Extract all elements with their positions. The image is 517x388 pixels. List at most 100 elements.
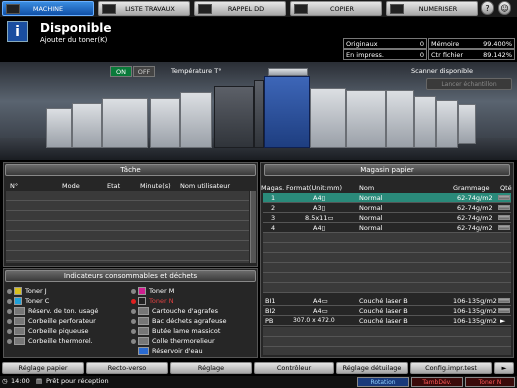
paper-tray-row[interactable]: 1 A4▯ Normal 62-74g/m2 — [263, 193, 511, 203]
tray-paper-name: Couché laser B — [359, 316, 408, 325]
water-tank-icon — [138, 347, 149, 355]
consumable-trimmer-stopper[interactable]: Butée lame massicot — [131, 326, 256, 336]
tray-size: A4▭ — [313, 306, 328, 315]
paper-col-weight: Grammage — [453, 184, 490, 192]
consumable-staple-cartridge[interactable]: Cartouche d'agrafes — [131, 306, 256, 316]
power-off-toggle[interactable]: OFF — [133, 66, 155, 77]
arrow-right-icon[interactable]: ► — [500, 317, 505, 325]
tab-job-list[interactable]: LISTE TRAVAUX — [98, 1, 190, 16]
paper-tray-row[interactable]: 4 A4▯ Normal 62-74g/m2 — [263, 223, 511, 233]
status-dot — [7, 308, 12, 314]
consumable-stapler-waste[interactable]: Corbeille piqueuse — [7, 326, 127, 336]
paper-empty-rows — [263, 233, 511, 293]
finisher-unit-2[interactable] — [346, 90, 386, 148]
paper-tray-list: 1 A4▯ Normal 62-74g/m2 2 A3▯ Normal 62-7… — [263, 193, 511, 233]
consumable-toner-yellow[interactable]: Toner J — [7, 286, 127, 296]
adjustment-button[interactable]: Réglage — [170, 362, 252, 374]
jobs-list[interactable] — [6, 191, 249, 263]
tab-copy[interactable]: COPIER — [290, 1, 382, 16]
toner-magenta-icon — [138, 287, 146, 295]
output-tray-unit[interactable] — [436, 100, 458, 148]
toner-black-icon — [138, 297, 146, 305]
waste-toner-icon — [14, 307, 25, 315]
large-capacity-unit[interactable] — [102, 98, 148, 148]
tray-weight: 106-135g/m2 — [453, 306, 497, 315]
drum-dev-badge[interactable]: TambDév. — [411, 377, 463, 387]
consumable-water-tank[interactable]: Réservoir d'eau — [131, 346, 256, 356]
consumable-binder-waste[interactable]: Corbeille thermorel. — [7, 336, 127, 346]
help-icon: ? — [485, 3, 490, 13]
rotation-badge[interactable]: Rotation — [357, 377, 409, 387]
test-print-button[interactable]: Config.impr.test — [410, 362, 492, 374]
paper-feeder-unit[interactable] — [46, 108, 72, 148]
consumable-label: Bac déchets agrafeuse — [152, 317, 227, 325]
tray-paper-name: Normal — [359, 203, 383, 212]
paper-setting-button[interactable]: Réglage papier — [2, 362, 84, 374]
finisher-unit-1[interactable] — [310, 88, 346, 148]
bypass-tray-list: BI1 A4▭ Couché laser B 106-135g/m2 BI2 A… — [263, 296, 511, 326]
adjustment-label: Réglage — [197, 364, 225, 372]
bypass-tray-row[interactable]: BI2 A4▭ Couché laser B 106-135g/m2 — [263, 306, 511, 316]
controller-label: Contrôleur — [276, 364, 312, 372]
trimmer-icon — [138, 327, 149, 335]
decurl-button[interactable]: Réglage détuilage — [336, 362, 408, 374]
tab-copy-label: COPIER — [329, 4, 355, 13]
controller-button[interactable]: Contrôleur — [254, 362, 334, 374]
consumable-staple-waste-tray[interactable]: Bac déchets agrafeuse — [131, 316, 256, 326]
memory-label: Mémoire — [431, 39, 460, 48]
toner-warning-badge[interactable]: Toner N — [465, 377, 515, 387]
intermediate-unit[interactable] — [180, 92, 212, 148]
drum-dev-label: TambDév. — [422, 378, 452, 386]
consumable-label: Butée lame massicot — [152, 327, 221, 335]
status-dot — [7, 328, 12, 334]
bypass-tray-row[interactable]: BI1 A4▭ Couché laser B 106-135g/m2 — [263, 296, 511, 306]
consumable-waste-toner[interactable]: Réserv. de ton. usagé — [7, 306, 127, 316]
consumable-toner-cyan[interactable]: Toner C — [7, 296, 127, 306]
paper-panel-title: Magasin papier — [360, 166, 414, 174]
tray-level-icon — [498, 195, 510, 200]
arrow-right-icon: ► — [501, 364, 507, 372]
user-button[interactable]: ☺ — [498, 1, 511, 15]
scanner-unit[interactable] — [268, 68, 308, 76]
help-button[interactable]: ? — [481, 1, 494, 15]
consumable-toner-black[interactable]: Toner N — [131, 296, 256, 306]
status-message: Ajouter du toner(K) — [40, 36, 108, 44]
consumable-binder-glue[interactable]: Colle thermorelieur — [131, 336, 256, 346]
output-tray-unit-2[interactable] — [458, 104, 476, 144]
consumable-punch-waste[interactable]: Corbeille perforateur — [7, 316, 127, 326]
bypass-tray-row[interactable]: PB 307.0 x 472.0 Couché laser B 106-135g… — [263, 316, 511, 326]
tray-paper-name: Couché laser B — [359, 306, 408, 315]
main-engine-unit[interactable] — [264, 76, 310, 148]
tray-size: A4▭ — [313, 296, 328, 305]
tray-size: 307.0 x 472.0 — [293, 317, 335, 324]
consumable-label: Toner J — [25, 287, 47, 295]
finisher-unit-4[interactable] — [414, 96, 436, 148]
power-on-toggle[interactable]: ON — [110, 66, 132, 77]
memory-value: 99.400% — [483, 39, 512, 48]
main-body-left[interactable] — [214, 86, 254, 148]
tray-level-icon — [498, 225, 510, 230]
tab-machine[interactable]: MACHINE — [2, 1, 94, 16]
tray-paper-name: Normal — [359, 193, 383, 202]
bypass-empty-rows — [263, 327, 511, 355]
status-dot — [7, 338, 12, 344]
tab-recall[interactable]: RAPPEL DD — [194, 1, 286, 16]
paper-tray-row[interactable]: 3 8.5x11▭ Normal 62-74g/m2 — [263, 213, 511, 223]
paper-feeder-unit-2[interactable] — [72, 103, 102, 148]
relay-unit[interactable] — [150, 98, 180, 148]
originals-counter: Originaux 0 — [343, 38, 427, 49]
scroll-right-button[interactable]: ► — [494, 362, 514, 374]
consumable-label: Toner C — [25, 297, 50, 305]
tray-weight: 106-135g/m2 — [453, 316, 497, 325]
consumable-toner-magenta[interactable]: Toner M — [131, 286, 256, 296]
tray-weight: 106-135g/m2 — [453, 296, 497, 305]
jobs-scrollbar[interactable] — [250, 191, 256, 263]
finisher-unit-3[interactable] — [386, 90, 414, 148]
tab-scan-label: NUMERISER — [418, 4, 458, 13]
tray-number: 4 — [271, 223, 276, 232]
paper-tray-row[interactable]: 2 A3▯ Normal 62-74g/m2 — [263, 203, 511, 213]
duplex-button[interactable]: Recto-verso — [86, 362, 168, 374]
sample-button[interactable]: Lancer échantillon — [426, 78, 512, 90]
tab-scan[interactable]: NUMERISER — [386, 1, 478, 16]
paper-col-name: Nom — [359, 184, 375, 192]
